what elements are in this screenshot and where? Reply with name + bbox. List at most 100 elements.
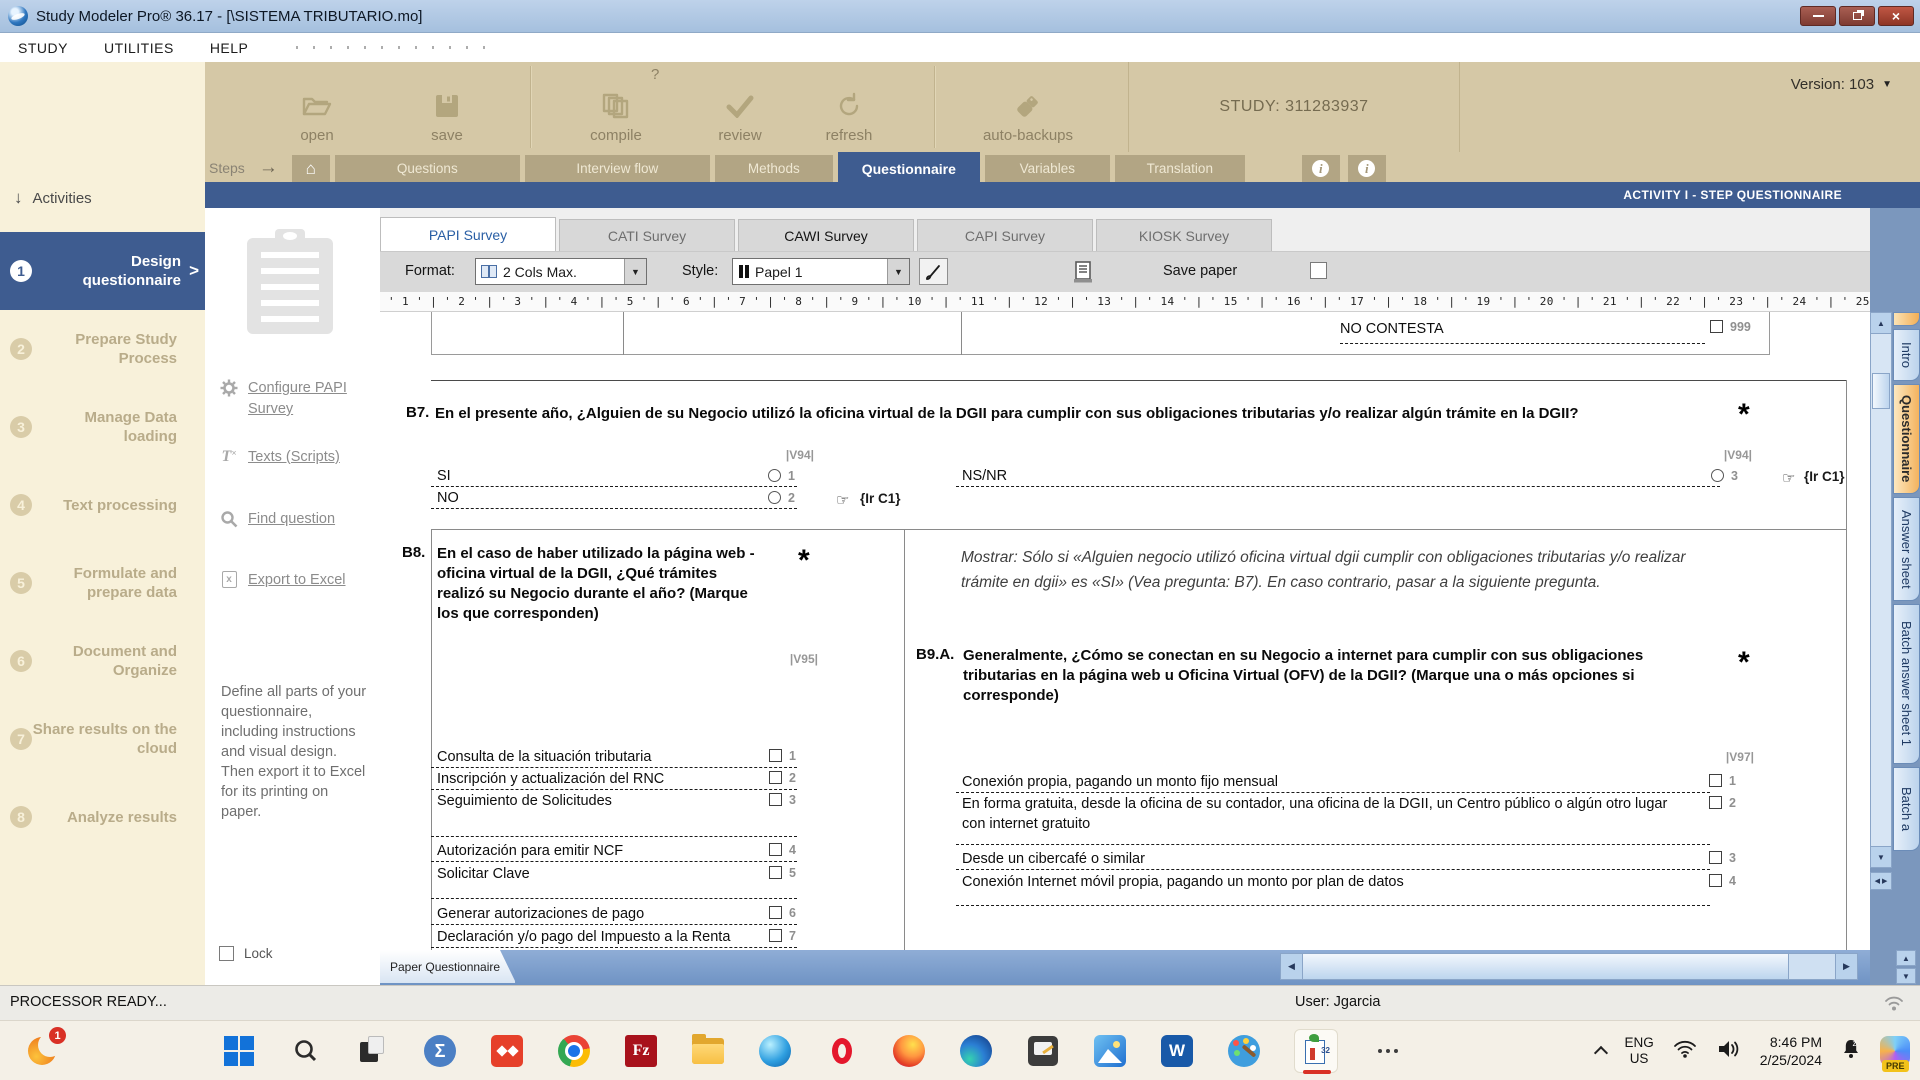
b7-option-si[interactable]: SI 1 xyxy=(431,466,797,487)
volume-icon[interactable] xyxy=(1716,1038,1742,1065)
horizontal-scroll-thumb[interactable] xyxy=(1303,954,1789,979)
checkbox-icon[interactable] xyxy=(1709,774,1722,787)
checkbox-icon[interactable] xyxy=(769,866,782,879)
questionnaire-page[interactable]: NO CONTESTA 999 B7. En el presente año, … xyxy=(380,312,1870,950)
sidebar-item-formulate-data[interactable]: 5 Formulate and prepare data xyxy=(0,544,205,622)
checkbox-icon[interactable] xyxy=(769,793,782,806)
scroll-down-icon[interactable]: ▼ xyxy=(1896,968,1916,984)
sigma-app-button[interactable]: Σ xyxy=(423,1034,457,1068)
media-app-button[interactable] xyxy=(758,1034,792,1068)
style-dropdown[interactable]: Papel 1 ▼ xyxy=(732,258,910,285)
checkbox-icon[interactable] xyxy=(769,929,782,942)
tab-interview-flow[interactable]: Interview flow xyxy=(525,155,710,182)
maximize-button[interactable] xyxy=(1839,6,1875,26)
tab-methods[interactable]: Methods xyxy=(715,155,833,182)
b9a-item-row[interactable]: Conexión propia, pagando un monto fijo m… xyxy=(956,772,1738,793)
filezilla-button[interactable]: Fz xyxy=(624,1034,658,1068)
snipping-tool-button[interactable] xyxy=(1026,1034,1060,1068)
checkbox-icon[interactable] xyxy=(769,906,782,919)
scroll-left-icon[interactable]: ◀ xyxy=(1281,954,1303,979)
checkbox-icon[interactable] xyxy=(769,749,782,762)
checkbox-icon[interactable] xyxy=(769,843,782,856)
wifi-icon[interactable] xyxy=(1672,1038,1698,1065)
refresh-button[interactable]: refresh xyxy=(801,62,897,152)
tab-cati-survey[interactable]: CATI Survey xyxy=(559,219,735,251)
checkbox-icon[interactable] xyxy=(1709,874,1722,887)
info-button-2[interactable]: i xyxy=(1348,155,1386,182)
tab-papi-survey[interactable]: PAPI Survey xyxy=(380,217,556,251)
save-button[interactable]: save xyxy=(399,62,495,152)
scroll-down-icon[interactable]: ▼ xyxy=(1870,846,1892,868)
sidebar-item-document-organize[interactable]: 6 Document and Organize xyxy=(0,622,205,700)
menu-study[interactable]: STUDY xyxy=(0,40,86,56)
scroll-up-icon[interactable]: ▲ xyxy=(1896,950,1916,966)
vertical-scroll-thumb[interactable] xyxy=(1872,373,1890,409)
find-question-link[interactable]: Find question xyxy=(219,509,369,530)
radio-icon[interactable] xyxy=(1711,469,1724,482)
scroll-right-icon[interactable]: ▶ xyxy=(1835,954,1857,979)
activities-header[interactable]: ↓ Activities xyxy=(14,188,92,208)
b8-item-row[interactable]: Solicitar Clave 5 xyxy=(431,864,797,885)
vertical-scrollbar[interactable]: ▲ ▼ xyxy=(1870,312,1892,868)
sidebar-item-analyze-results[interactable]: 8 Analyze results xyxy=(0,778,205,856)
partial-tab[interactable] xyxy=(1893,312,1920,326)
lock-checkbox[interactable] xyxy=(219,946,234,961)
copilot-icon[interactable]: PRE xyxy=(1880,1036,1910,1066)
info-button-1[interactable]: i xyxy=(1302,155,1340,182)
firefox-button[interactable] xyxy=(892,1034,926,1068)
tab-strip-scroll-buttons[interactable]: ▲ ▼ xyxy=(1896,950,1916,984)
menu-utilities[interactable]: UTILITIES xyxy=(86,40,192,56)
b8-item-row[interactable]: Generar autorizaciones de pago 6 xyxy=(431,904,797,925)
chevron-down-icon[interactable]: ▼ xyxy=(887,259,909,284)
minimize-button[interactable] xyxy=(1800,6,1836,26)
tab-batch-answer-sheet-1[interactable]: Batch answer sheet 1 xyxy=(1893,604,1920,764)
hidden-icons-chevron[interactable] xyxy=(1594,1046,1608,1060)
checkbox-icon[interactable] xyxy=(1709,796,1722,809)
b8-item-row[interactable]: Autorización para emitir NCF 4 xyxy=(431,841,797,862)
b8-item-row[interactable]: Declaración y/o pago del Impuesto a la R… xyxy=(431,927,797,948)
sidebar-item-text-processing[interactable]: 4 Text processing xyxy=(0,466,205,544)
style-brush-button[interactable] xyxy=(919,258,948,285)
opera-button[interactable] xyxy=(825,1034,859,1068)
b8-item-row[interactable]: Inscripción y actualización del RNC 2 xyxy=(431,769,797,790)
scroll-up-icon[interactable]: ▲ xyxy=(1870,312,1892,334)
language-switcher[interactable]: ENG US xyxy=(1624,1035,1653,1067)
format-dropdown[interactable]: 2 Cols Max. ▼ xyxy=(475,258,647,285)
file-explorer-button[interactable] xyxy=(691,1034,725,1068)
close-button[interactable]: × xyxy=(1878,6,1914,26)
tab-batch-answer-sheet-2[interactable]: Batch a xyxy=(1893,767,1920,851)
export-to-excel-link[interactable]: x Export to Excel xyxy=(219,570,369,591)
chevron-down-icon[interactable]: ▼ xyxy=(624,259,646,284)
radio-icon[interactable] xyxy=(768,469,781,482)
tab-questionnaire[interactable]: Questionnaire xyxy=(838,152,980,185)
taskbar-clock[interactable]: 8:46 PM 2/25/2024 xyxy=(1760,1033,1822,1069)
word-button[interactable]: W xyxy=(1160,1034,1194,1068)
sidebar-item-prepare-study[interactable]: 2 Prepare Study Process xyxy=(0,310,205,388)
sidebar-item-share-cloud[interactable]: 7 Share results on the cloud xyxy=(0,700,205,778)
tab-questions[interactable]: Questions xyxy=(335,155,520,182)
start-button[interactable] xyxy=(222,1034,256,1068)
tab-intro[interactable]: Intro xyxy=(1893,329,1920,381)
share-app-button[interactable] xyxy=(490,1034,524,1068)
sidebar-item-design-questionnaire[interactable]: 1 Design questionnaire > xyxy=(0,232,205,310)
horizontal-scrollbar[interactable]: ◀ ▶ xyxy=(1280,953,1858,980)
tab-translation[interactable]: Translation xyxy=(1115,155,1245,182)
compile-button[interactable]: compile xyxy=(568,62,664,152)
tab-capi-survey[interactable]: CAPI Survey xyxy=(917,219,1093,251)
sidebar-item-manage-data[interactable]: 3 Manage Data loading xyxy=(0,388,205,466)
tab-kiosk-survey[interactable]: KIOSK Survey xyxy=(1096,219,1272,251)
tab-questionnaire-sheet[interactable]: Questionnaire xyxy=(1893,384,1920,494)
taskbar-overflow-button[interactable] xyxy=(1371,1034,1405,1068)
paint-button[interactable] xyxy=(1227,1034,1261,1068)
photos-button[interactable] xyxy=(1093,1034,1127,1068)
b8-item-row[interactable]: Seguimiento de Solicitudes 3 xyxy=(431,791,797,812)
print-preview-button[interactable] xyxy=(1068,258,1097,285)
edge-button[interactable] xyxy=(959,1034,993,1068)
notification-bell-icon[interactable]: z xyxy=(1840,1037,1862,1066)
task-view-button[interactable] xyxy=(356,1034,390,1068)
b9a-item-row[interactable]: Conexión Internet móvil propia, pagando … xyxy=(956,872,1738,893)
checkbox-icon[interactable] xyxy=(1710,320,1723,333)
study-modeler-taskbar-button[interactable]: 32 xyxy=(1294,1029,1338,1073)
home-tab[interactable]: ⌂ xyxy=(292,155,330,182)
chrome-button[interactable] xyxy=(557,1034,591,1068)
